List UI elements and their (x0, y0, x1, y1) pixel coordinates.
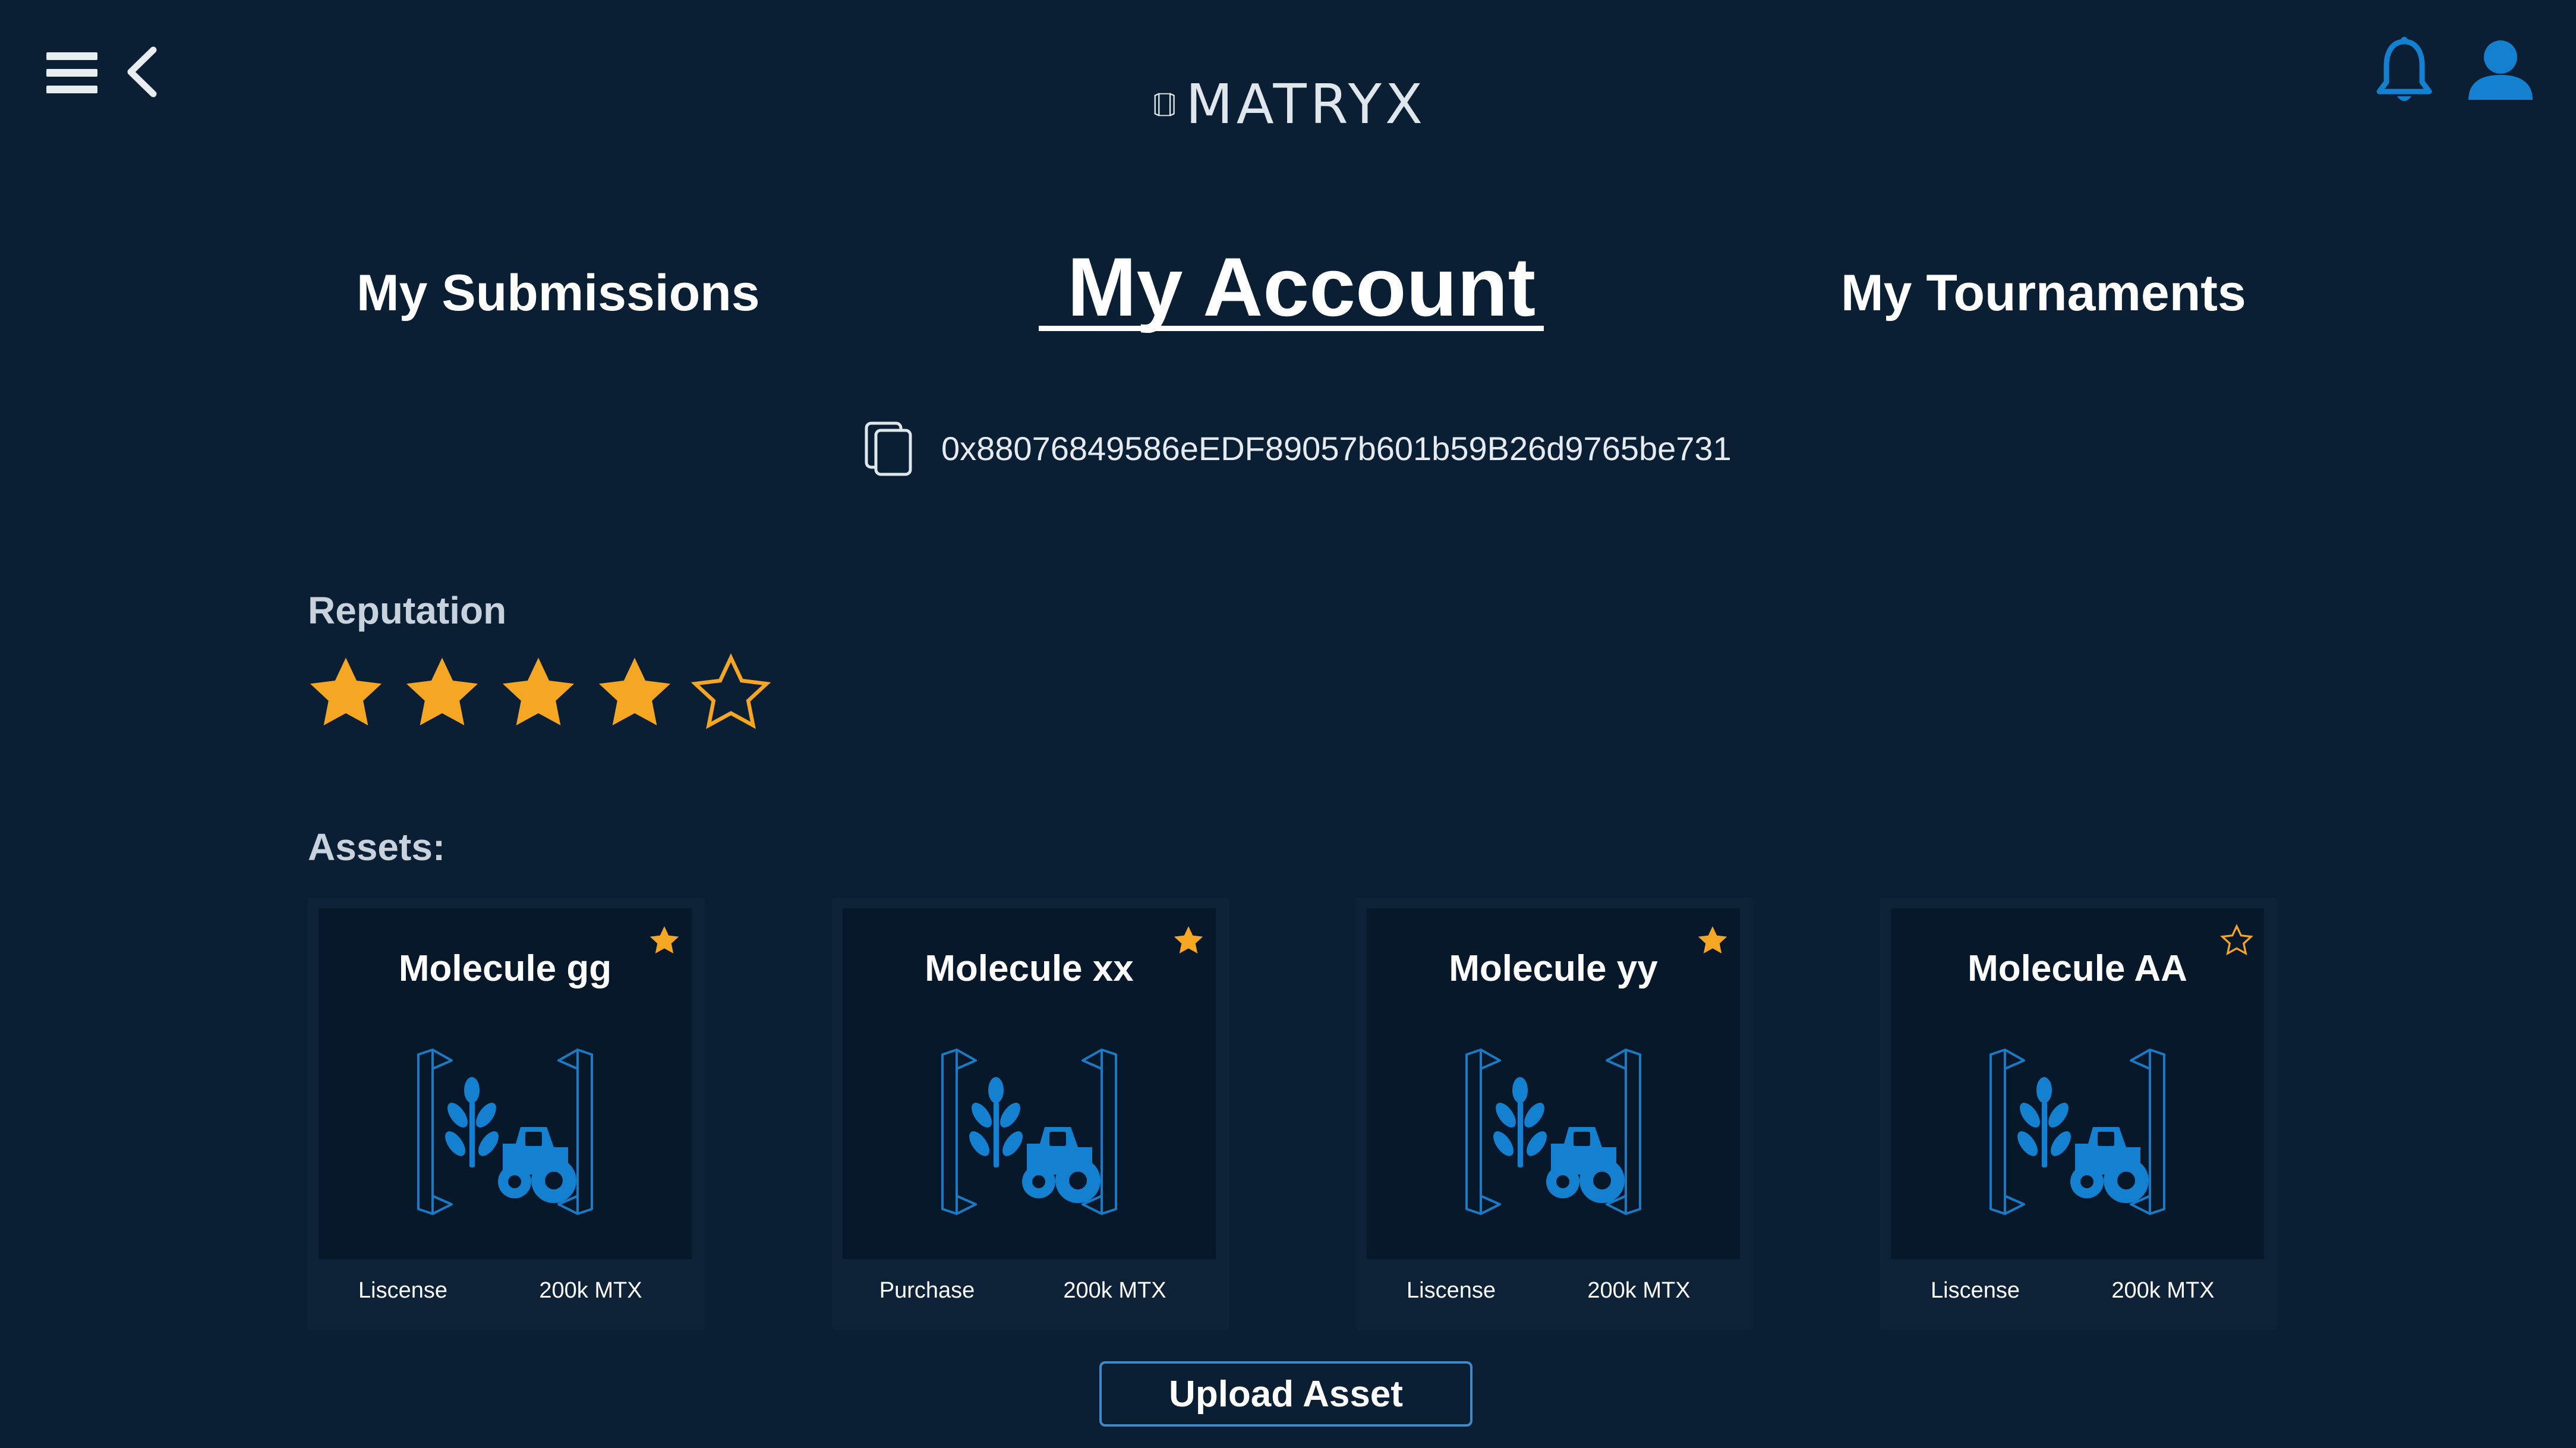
account-screen: MATRYX My Submissions My Account My Tour… (0, 0, 2576, 1448)
logo-mark-icon (1154, 93, 1175, 117)
molecule-asset-icon (398, 1043, 612, 1221)
asset-price: 200k MTX (539, 1278, 642, 1303)
tab-my-tournaments[interactable]: My Tournaments (1841, 264, 2246, 323)
favorite-star-icon[interactable] (1695, 923, 1730, 958)
molecule-asset-icon (1970, 1043, 2184, 1221)
asset-preview: Molecule gg (319, 908, 692, 1259)
asset-card[interactable]: Molecule yy Liscense 200k MTX (1356, 898, 1753, 1330)
favorite-star-icon[interactable] (1171, 923, 1206, 958)
asset-price: 200k MTX (1063, 1278, 1166, 1303)
star-filled-icon (598, 657, 671, 726)
upload-asset-button[interactable]: Upload Asset (1099, 1361, 1473, 1427)
tab-my-submissions[interactable]: My Submissions (357, 264, 760, 323)
asset-action-link[interactable]: Liscense (1392, 1278, 1511, 1304)
star-filled-icon (406, 657, 478, 726)
star-filled-icon (502, 657, 575, 726)
asset-action-link[interactable]: Liscense (1916, 1278, 2035, 1304)
asset-name: Molecule yy (1449, 948, 1658, 989)
asset-price: 200k MTX (1587, 1278, 1691, 1303)
back-arrow-icon[interactable] (122, 45, 164, 99)
asset-action-link[interactable]: Liscense (343, 1278, 462, 1304)
molecule-asset-icon (922, 1043, 1136, 1221)
favorite-star-icon[interactable] (647, 923, 682, 958)
user-icon[interactable] (2466, 38, 2535, 103)
asset-card[interactable]: Molecule xx Purchase 200k MTX (832, 898, 1229, 1330)
app-logo: MATRYX (1153, 75, 1426, 134)
asset-name: Molecule xx (925, 948, 1134, 989)
favorite-star-icon[interactable] (2219, 923, 2255, 958)
copy-icon[interactable] (863, 420, 915, 478)
asset-preview: Molecule yy (1367, 908, 1740, 1259)
asset-card[interactable]: Molecule AA Liscense 200k MTX (1880, 898, 2277, 1330)
tab-my-account[interactable]: My Account (1067, 239, 1535, 335)
molecule-asset-icon (1446, 1043, 1660, 1221)
reputation-label: Reputation (308, 589, 507, 632)
star-filled-icon (310, 657, 382, 726)
asset-preview: Molecule xx (843, 908, 1216, 1259)
logo-text: MATRYX (1185, 73, 1426, 136)
menu-icon[interactable] (46, 52, 99, 94)
asset-action-link[interactable]: Purchase (868, 1278, 986, 1304)
asset-name: Molecule AA (1968, 948, 2187, 989)
bell-icon[interactable] (2375, 37, 2434, 107)
active-tab-underline (1039, 326, 1544, 331)
asset-preview: Molecule AA (1891, 908, 2264, 1259)
assets-label: Assets: (308, 826, 446, 868)
asset-price: 200k MTX (2111, 1278, 2215, 1303)
star-empty-icon (690, 653, 771, 729)
wallet-address: 0x88076849586eEDF89057b601b59B26d9765be7… (941, 430, 1732, 467)
asset-card[interactable]: Molecule gg Liscense 200k MTX (308, 898, 705, 1330)
asset-name: Molecule gg (398, 948, 612, 989)
